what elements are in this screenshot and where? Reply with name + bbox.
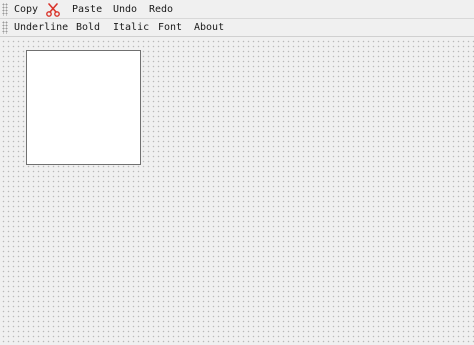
toolbar-grip-handle[interactable]	[2, 2, 8, 16]
bold-button-label: Bold	[76, 22, 101, 33]
bold-button[interactable]: Bold	[76, 19, 100, 36]
about-button[interactable]: About	[194, 19, 224, 36]
undo-button[interactable]: Undo	[113, 0, 137, 18]
redo-button[interactable]: Redo	[149, 0, 173, 18]
edit-toolbar: Copy Paste Undo Redo	[0, 0, 474, 19]
paste-button-label: Paste	[72, 3, 103, 15]
widget-placeholder[interactable]	[26, 50, 141, 165]
paste-button[interactable]: Paste	[72, 0, 102, 18]
format-toolbar: Underline Bold Italic Font About	[0, 19, 474, 37]
about-button-label: About	[194, 22, 225, 33]
italic-button[interactable]: Italic	[113, 19, 149, 36]
underline-button-label: Underline	[14, 22, 69, 33]
scissors-icon[interactable]	[46, 3, 60, 17]
font-button-label: Font	[158, 22, 183, 33]
copy-button-label: Copy	[14, 3, 39, 15]
toolbar-grip-handle[interactable]	[2, 21, 8, 34]
copy-button[interactable]: Copy	[14, 0, 38, 18]
italic-button-label: Italic	[113, 22, 150, 33]
redo-button-label: Redo	[149, 3, 174, 15]
underline-button[interactable]: Underline	[14, 19, 68, 36]
undo-button-label: Undo	[113, 3, 138, 15]
font-button[interactable]: Font	[158, 19, 182, 36]
